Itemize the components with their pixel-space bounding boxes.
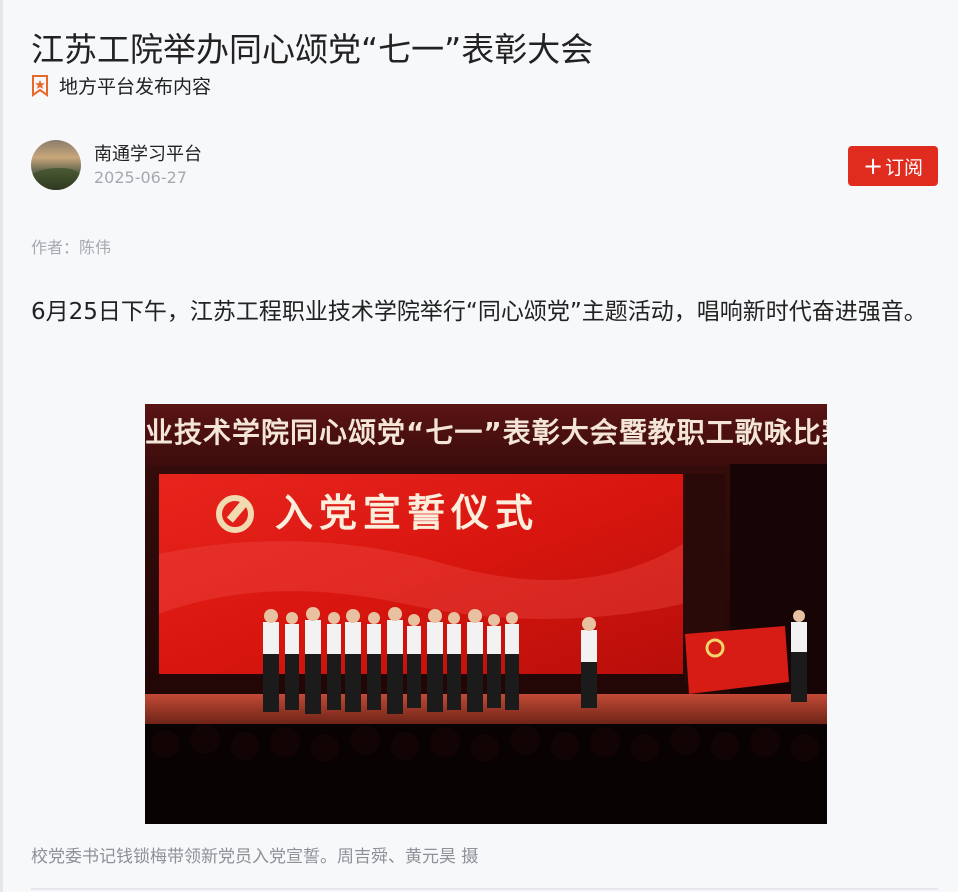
source-label: 地方平台发布内容 — [59, 76, 212, 98]
article-page: 江苏工院举办同心颂党“七一”表彰大会 地方平台发布内容 南通学习平台 2025-… — [0, 0, 958, 892]
photo-caption: 校党委书记钱锁梅带领新党员入党宣誓。周吉舜、黄元昊 摄 — [31, 847, 479, 867]
subscribe-button[interactable]: + 订阅 — [848, 146, 938, 186]
source-tag: 地方平台发布内容 — [31, 72, 211, 99]
divider — [31, 888, 938, 890]
account-name[interactable]: 南通学习平台 — [94, 142, 202, 168]
photo-banner-text: 业技术学院同心颂党“七一”表彰大会暨教职工歌咏比赛 — [145, 416, 827, 449]
subscribe-label: 订阅 — [885, 156, 924, 179]
avatar[interactable] — [31, 140, 81, 190]
author-line: 作者：陈伟 — [31, 238, 112, 257]
article-photo: 业技术学院同心颂党“七一”表彰大会暨教职工歌咏比赛 入党宣誓仪式 — [145, 404, 827, 824]
publish-date: 2025-06-27 — [94, 168, 187, 187]
article-lead: 6月25日下午，江苏工程职业技术学院举行“同心颂党”主题活动，唱响新时代奋进强音… — [31, 299, 927, 325]
bookmark-star-icon — [31, 74, 49, 97]
article-title: 江苏工院举办同心颂党“七一”表彰大会 — [31, 30, 594, 70]
account-info[interactable]: 南通学习平台 2025-06-27 — [31, 140, 202, 190]
plus-icon: + — [862, 152, 884, 180]
photo-screen-text: 入党宣誓仪式 — [275, 490, 539, 535]
